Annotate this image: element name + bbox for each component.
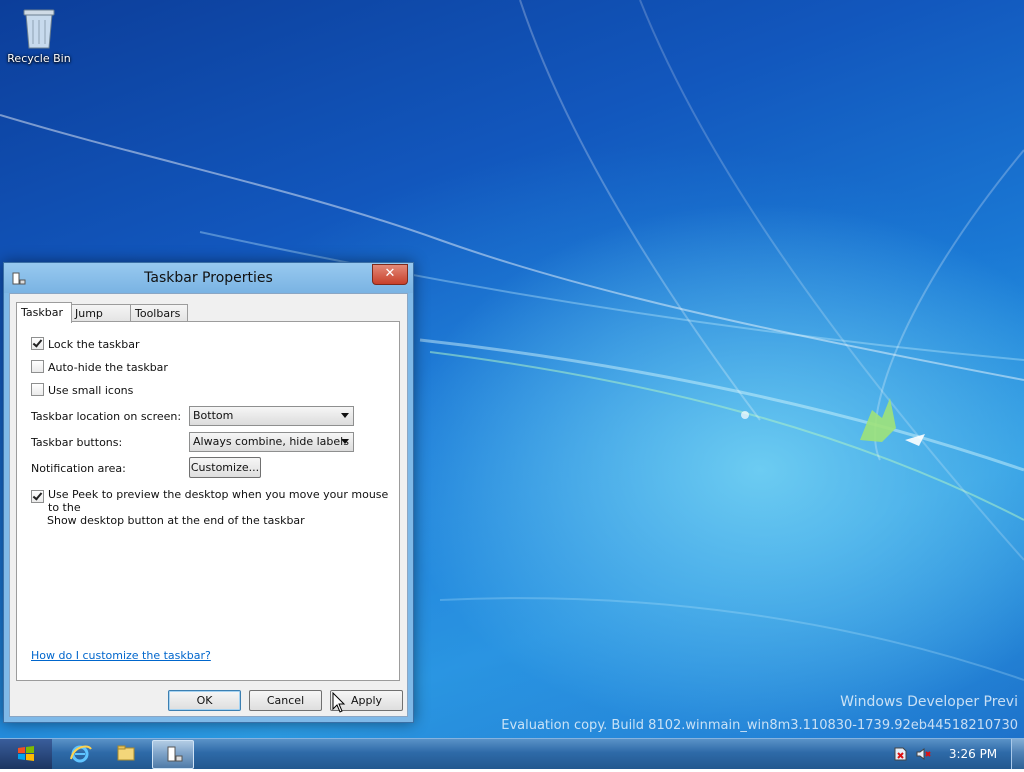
volume-muted-icon[interactable]: [916, 747, 932, 761]
mouse-cursor-icon: [332, 692, 346, 713]
dialog-client: Taskbar Jump Lists Toolbars Lock the tas…: [9, 293, 408, 717]
lock-taskbar-label: Lock the taskbar: [48, 338, 140, 351]
cancel-button[interactable]: Cancel: [249, 690, 322, 711]
auto-hide-label: Auto-hide the taskbar: [48, 361, 168, 374]
windows-logo-icon: [18, 746, 34, 761]
small-icons-checkbox[interactable]: [31, 383, 44, 396]
watermark-line-1: Windows Developer Previ: [840, 694, 1018, 710]
buttons-label: Taskbar buttons:: [31, 436, 123, 449]
lock-taskbar-checkbox[interactable]: [31, 337, 44, 350]
taskbar: 3:26 PM: [0, 738, 1024, 769]
auto-hide-checkbox[interactable]: [31, 360, 44, 373]
location-value: Bottom: [193, 409, 234, 422]
ok-button[interactable]: OK: [168, 690, 241, 711]
taskbar-properties-dialog: Taskbar Properties ✕ Taskbar Jump Lists …: [3, 262, 414, 723]
peek-checkbox[interactable]: [31, 490, 44, 503]
chevron-down-icon: [341, 413, 349, 418]
dialog-titlebar[interactable]: Taskbar Properties ✕: [4, 263, 413, 293]
location-dropdown[interactable]: Bottom: [189, 406, 354, 426]
small-icons-option[interactable]: Use small icons: [31, 383, 133, 397]
taskbar-file-explorer[interactable]: [106, 740, 146, 767]
dialog-title: Taskbar Properties: [144, 270, 273, 286]
tab-jump-lists[interactable]: Jump Lists: [70, 304, 134, 337]
taskbar-properties-icon: [167, 746, 183, 762]
file-explorer-icon: [117, 745, 135, 761]
start-button[interactable]: [0, 739, 52, 769]
taskbar-properties-window[interactable]: [152, 740, 194, 769]
customize-button[interactable]: Customize...: [189, 457, 261, 478]
recycle-bin-label: Recycle Bin: [7, 52, 71, 65]
auto-hide-option[interactable]: Auto-hide the taskbar: [31, 360, 168, 374]
peek-label-line-1: Use Peek to preview the desktop when you…: [48, 488, 389, 514]
recycle-bin-shortcut[interactable]: Recycle Bin: [6, 6, 72, 65]
tab-panel-taskbar: Lock the taskbar Auto-hide the taskbar U…: [16, 321, 400, 681]
close-button[interactable]: ✕: [372, 264, 408, 285]
help-link[interactable]: How do I customize the taskbar?: [31, 649, 211, 662]
chevron-down-icon: [341, 439, 349, 444]
tab-toolbars[interactable]: Toolbars: [130, 304, 188, 322]
small-icons-label: Use small icons: [48, 384, 134, 397]
lock-taskbar-option[interactable]: Lock the taskbar: [31, 337, 140, 351]
notification-label: Notification area:: [31, 462, 126, 475]
peek-label-line-2: Show desktop button at the end of the ta…: [47, 514, 305, 527]
watermark-line-2: Evaluation copy. Build 8102.winmain_win8…: [501, 718, 1018, 733]
location-label: Taskbar location on screen:: [31, 410, 182, 423]
recycle-bin-icon: [21, 6, 57, 50]
peek-option[interactable]: Use Peek to preview the desktop when you…: [31, 488, 399, 527]
internet-explorer-icon: [70, 745, 92, 763]
taskbar-buttons-dropdown[interactable]: Always combine, hide labels: [189, 432, 354, 452]
taskbar-buttons-value: Always combine, hide labels: [193, 435, 349, 448]
show-desktop-button[interactable]: [1011, 739, 1024, 769]
close-icon: ✕: [384, 266, 396, 281]
taskbar-internet-explorer[interactable]: [60, 740, 100, 767]
taskbar-clock[interactable]: 3:26 PM: [948, 739, 998, 769]
tab-taskbar[interactable]: Taskbar: [16, 302, 72, 323]
action-center-icon[interactable]: [892, 747, 908, 761]
